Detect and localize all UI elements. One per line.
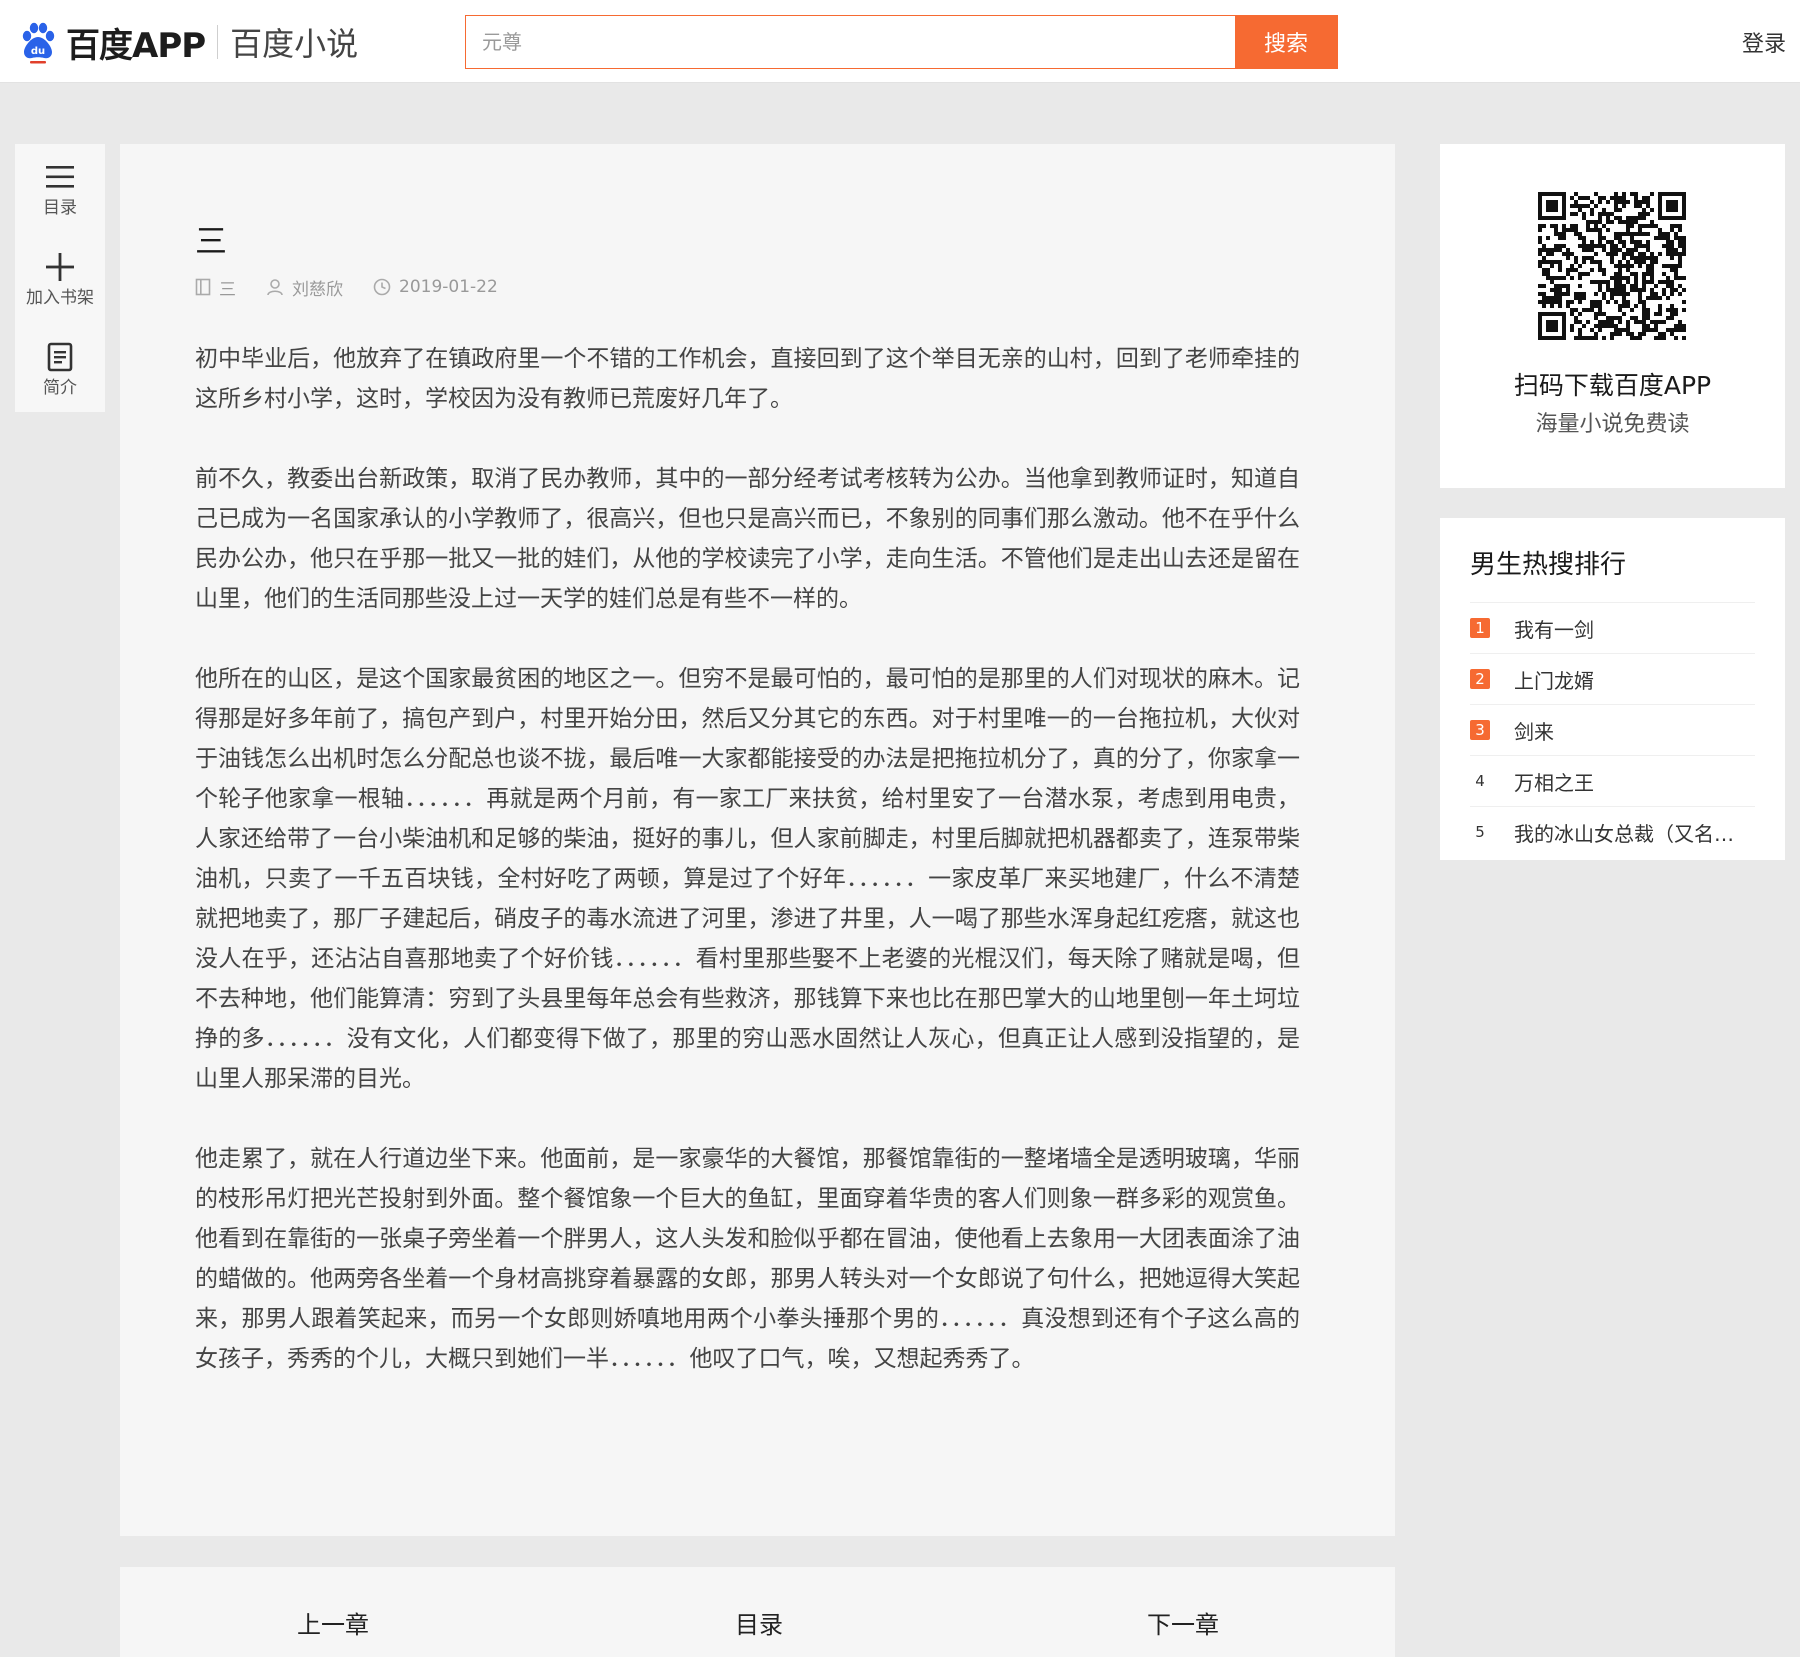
rank-number: 3 <box>1470 720 1490 740</box>
meta-date: 2019-01-22 <box>373 277 498 297</box>
user-icon <box>267 279 283 296</box>
rank-number: 1 <box>1470 618 1490 638</box>
rank-number: 5 <box>1475 823 1485 841</box>
prev-chapter-button[interactable]: 上一章 <box>297 1605 369 1640</box>
chapter-pager: 上一章 目录 下一章 <box>120 1567 1395 1657</box>
meta-date-value: 2019-01-22 <box>399 277 498 297</box>
paragraph: 他所在的山区，是这个国家最贫困的地区之一。但穷不是最可怕的，最可怕的是那里的人们… <box>195 666 1300 1092</box>
ranking-item[interactable]: 4 万相之王 <box>1470 756 1755 807</box>
toolbar-intro-button[interactable]: 简介 <box>15 328 105 408</box>
book-icon <box>195 278 211 296</box>
clock-icon <box>373 278 391 296</box>
meta-book-name: 三 <box>219 279 236 300</box>
toc-button[interactable]: 目录 <box>735 1605 783 1640</box>
paragraph: 前不久，教委出台新政策，取消了民办教师，其中的一部分经考试考核转为公办。当他拿到… <box>195 466 1300 612</box>
rank-book-name: 我有一剑 <box>1514 617 1594 642</box>
meta-author: 刘慈欣 <box>266 275 343 300</box>
qr-code-icon <box>1538 192 1686 340</box>
toolbar-toc-button[interactable]: 目录 <box>15 148 105 228</box>
toolbar-intro-label: 简介 <box>43 378 77 398</box>
search-button[interactable]: 搜索 <box>1235 16 1337 68</box>
hot-search-ranking: 男生热搜排行 1 我有一剑 2 上门龙婿 3 剑来 4 万相之王 5 我的冰山女… <box>1440 518 1785 860</box>
rank-book-name: 我的冰山女总裁（又名… <box>1514 821 1734 846</box>
chapter-text: 初中毕业后，他放弃了在镇政府里一个不错的工作机会，直接回到了这个举目无亲的山村，… <box>195 339 1300 1419</box>
site-name: 百度小说 <box>230 25 359 63</box>
chapter-title: 三 <box>195 222 228 260</box>
plus-icon <box>46 253 74 281</box>
ranking-item[interactable]: 2 上门龙婿 <box>1470 654 1755 705</box>
ranking-item[interactable]: 1 我有一剑 <box>1470 603 1755 654</box>
ranking-title: 男生热搜排行 <box>1470 550 1627 580</box>
top-header: du 百度APP 百度小说 搜索 登录 <box>0 0 1800 83</box>
rank-book-name: 万相之王 <box>1514 770 1594 795</box>
ranking-list: 1 我有一剑 2 上门龙婿 3 剑来 4 万相之王 5 我的冰山女总裁（又名… <box>1470 602 1755 857</box>
meta-book: 三 <box>195 275 236 300</box>
toolbar-add-shelf-label: 加入书架 <box>26 288 94 308</box>
brand-name: 百度APP <box>66 25 206 66</box>
search-input[interactable] <box>466 16 1235 68</box>
rank-number: 2 <box>1470 669 1490 689</box>
rank-book-name: 上门龙婿 <box>1514 668 1594 693</box>
menu-icon <box>46 166 74 188</box>
next-chapter-button[interactable]: 下一章 <box>1147 1605 1219 1640</box>
qr-title: 扫码下载百度APP <box>1513 371 1712 400</box>
ranking-item[interactable]: 3 剑来 <box>1470 705 1755 756</box>
ranking-item[interactable]: 5 我的冰山女总裁（又名… <box>1470 807 1755 857</box>
brand-divider <box>217 25 219 59</box>
download-app-card: 扫码下载百度APP 海量小说免费读 <box>1440 144 1785 488</box>
search-box: 搜索 <box>465 15 1338 69</box>
qr-subtitle: 海量小说免费读 <box>1535 412 1690 437</box>
paragraph: 初中毕业后，他放弃了在镇政府里一个不错的工作机会，直接回到了这个举目无亲的山村，… <box>195 346 1300 412</box>
svg-text:du: du <box>31 46 45 57</box>
toolbar-toc-label: 目录 <box>43 198 77 218</box>
rank-book-name: 剑来 <box>1514 719 1554 744</box>
paragraph: 他走累了，就在人行道边坐下来。他面前，是一家豪华的大餐馆，那餐馆靠街的一整堵墙全… <box>195 1146 1300 1372</box>
toolbar-add-shelf-button[interactable]: 加入书架 <box>15 238 105 318</box>
document-icon <box>47 342 73 372</box>
baidu-paw-icon: du <box>16 20 60 64</box>
rank-number: 4 <box>1475 772 1485 790</box>
baidu-logo[interactable]: du 百度APP 百度小说 <box>16 18 358 66</box>
chapter-content: 三 三 刘慈欣 2019-01-22 初中毕业后，他放弃了在镇政府里一个不错的工… <box>120 144 1395 1536</box>
meta-author-name: 刘慈欣 <box>292 279 343 300</box>
chapter-meta: 三 刘慈欣 2019-01-22 <box>195 274 528 300</box>
login-link[interactable]: 登录 <box>1742 26 1786 58</box>
reader-toolbar: 目录 加入书架 简介 <box>15 144 105 412</box>
